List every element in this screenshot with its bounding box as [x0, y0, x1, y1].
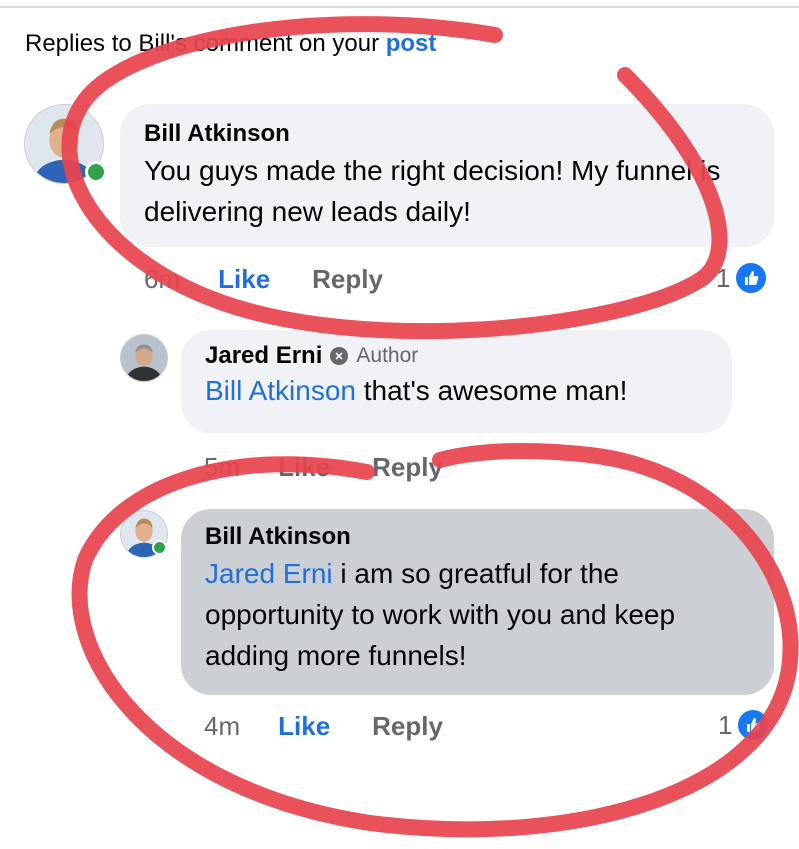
mention-link-jared[interactable]: Jared Erni: [205, 558, 333, 589]
like-thumb-icon: [736, 708, 771, 742]
top-divider: [0, 6, 799, 8]
selected-reply-like-button[interactable]: Like: [278, 711, 330, 742]
reaction-count[interactable]: 1: [716, 261, 769, 295]
reply-text: Bill Atkinson that's awesome man!: [205, 370, 708, 411]
reply-bubble[interactable]: Jared Erni Author Bill Atkinson that's a…: [181, 330, 732, 433]
reply-timestamp[interactable]: 5m: [204, 452, 240, 483]
avatar-jared-erni[interactable]: [120, 334, 168, 382]
replies-header: Replies to Bill's comment on your post: [25, 30, 436, 58]
author-badge-icon: [330, 347, 349, 365]
online-status-dot: [85, 161, 107, 183]
comment-actions: 6m Like Reply: [144, 264, 383, 295]
mention-link[interactable]: Bill Atkinson: [205, 375, 356, 406]
online-status-dot-small: [152, 540, 167, 555]
selected-reply-reaction-count[interactable]: 1: [718, 708, 771, 742]
reply-actions: 5m Like Reply: [204, 452, 443, 483]
comment-text: You guys made the right decision! My fun…: [144, 155, 721, 227]
selected-reaction-count-label: 1: [718, 709, 733, 740]
author-badge-label: Author: [356, 344, 419, 367]
header-text: Replies to Bill's comment on your: [25, 30, 380, 57]
reply-author-name[interactable]: Jared Erni: [205, 342, 322, 370]
selected-reply-author-name[interactable]: Bill Atkinson: [205, 523, 351, 551]
comment-timestamp[interactable]: 6m: [144, 264, 180, 295]
selected-reply-bubble[interactable]: Bill Atkinson Jared Erni i am so greatfu…: [181, 509, 774, 695]
selected-reply-actions: 4m Like Reply: [204, 711, 443, 742]
post-link[interactable]: post: [386, 30, 437, 57]
selected-reply-timestamp[interactable]: 4m: [204, 711, 240, 742]
like-button[interactable]: Like: [218, 264, 270, 295]
reply-like-button[interactable]: Like: [278, 452, 330, 483]
selected-reply-reply-button[interactable]: Reply: [372, 711, 443, 742]
reply-reply-button[interactable]: Reply: [372, 452, 443, 483]
reply-text-body: that's awesome man!: [363, 375, 628, 406]
like-thumb-icon: [734, 261, 769, 295]
reaction-count-label: 1: [716, 262, 731, 293]
reply-author-row: Jared Erni Author: [205, 342, 708, 370]
selected-reply-text: Jared Erni i am so greatful for the oppo…: [205, 553, 750, 676]
comment-author-name[interactable]: Bill Atkinson: [144, 120, 290, 148]
comment-bubble[interactable]: Bill Atkinson You guys made the right de…: [120, 104, 774, 247]
reply-button[interactable]: Reply: [312, 264, 383, 295]
